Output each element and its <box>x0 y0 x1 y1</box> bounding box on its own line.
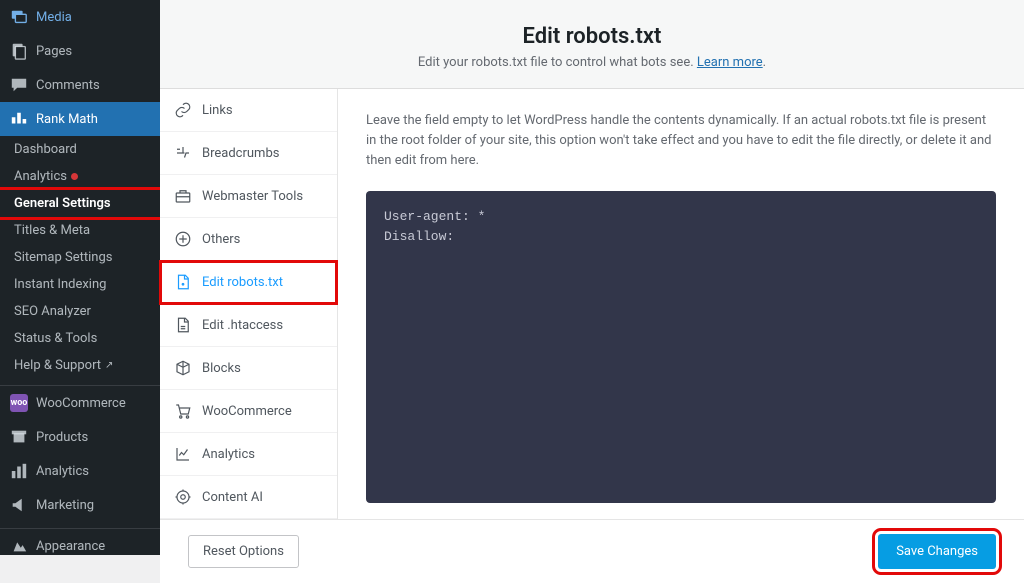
tab-label: Analytics <box>202 447 255 462</box>
submenu-analytics[interactable]: Analytics <box>0 163 160 190</box>
sidebar-item-analytics[interactable]: Analytics <box>0 454 160 488</box>
toolbox-icon <box>174 187 192 205</box>
submenu-help-support[interactable]: Help & Support ↗ <box>0 352 160 379</box>
sidebar-item-products[interactable]: Products <box>0 420 160 454</box>
others-icon <box>174 230 192 248</box>
blocks-icon <box>174 359 192 377</box>
sidebar-item-label: Appearance <box>36 539 105 554</box>
tab-analytics[interactable]: Analytics <box>160 433 337 476</box>
tab-webmaster-tools[interactable]: Webmaster Tools <box>160 175 337 218</box>
submenu-instant-indexing[interactable]: Instant Indexing <box>0 271 160 298</box>
main-content: Edit robots.txt Edit your robots.txt fil… <box>160 0 1024 555</box>
settings-footer: Reset Options Save Changes <box>160 519 1024 583</box>
ai-icon <box>174 488 192 506</box>
pages-icon <box>10 42 28 60</box>
sidebar-item-label: Comments <box>36 78 100 93</box>
submenu-seo-analyzer[interactable]: SEO Analyzer <box>0 298 160 325</box>
submenu-titles[interactable]: Titles & Meta <box>0 217 160 244</box>
tab-label: Content AI <box>202 490 263 505</box>
submenu-dashboard[interactable]: Dashboard <box>0 136 160 163</box>
file-icon <box>174 273 192 291</box>
tab-edit-htaccess[interactable]: Edit .htaccess <box>160 304 337 347</box>
sidebar-item-marketing[interactable]: Marketing <box>0 488 160 522</box>
tab-label: Links <box>202 103 233 118</box>
page-title: Edit robots.txt <box>180 24 1004 49</box>
appearance-icon <box>10 537 28 555</box>
tab-label: Breadcrumbs <box>202 146 279 161</box>
sidebar-item-comments[interactable]: Comments <box>0 68 160 102</box>
submenu-status-tools[interactable]: Status & Tools <box>0 325 160 352</box>
sidebar-item-label: Products <box>36 430 88 445</box>
tab-label: Edit .htaccess <box>202 318 283 333</box>
analytics-icon <box>10 462 28 480</box>
breadcrumbs-icon <box>174 144 192 162</box>
sidebar-item-label: Rank Math <box>36 112 98 127</box>
sidebar-item-media[interactable]: Media <box>0 0 160 34</box>
products-icon <box>10 428 28 446</box>
update-dot-icon <box>71 173 78 180</box>
tab-links[interactable]: Links <box>160 89 337 132</box>
sidebar-item-label: Pages <box>36 44 72 59</box>
rankmath-icon <box>10 110 28 128</box>
admin-sidebar: Media Pages Comments Rank Math Dashboard… <box>0 0 160 555</box>
file-icon <box>174 316 192 334</box>
tab-label: WooCommerce <box>202 404 292 419</box>
robots-editor[interactable]: User-agent: * Disallow: <box>366 191 996 503</box>
learn-more-link[interactable]: Learn more <box>697 55 763 70</box>
sidebar-item-woocommerce[interactable]: woo WooCommerce <box>0 386 160 420</box>
media-icon <box>10 8 28 26</box>
sidebar-item-label: Analytics <box>36 464 89 479</box>
page-header: Edit robots.txt Edit your robots.txt fil… <box>160 0 1024 88</box>
sidebar-item-label: Marketing <box>36 498 94 513</box>
submenu-sitemap[interactable]: Sitemap Settings <box>0 244 160 271</box>
cart-icon <box>174 402 192 420</box>
sidebar-item-label: WooCommerce <box>36 396 126 411</box>
settings-panel: Leave the field empty to let WordPress h… <box>338 89 1024 519</box>
sidebar-item-appearance[interactable]: Appearance <box>0 529 160 555</box>
tab-content-ai[interactable]: Content AI <box>160 476 337 519</box>
marketing-icon <box>10 496 28 514</box>
tab-label: Others <box>202 232 240 247</box>
tab-label: Webmaster Tools <box>202 189 303 204</box>
tab-others[interactable]: Others <box>160 218 337 261</box>
tab-edit-robots[interactable]: Edit robots.txt <box>160 261 337 304</box>
sidebar-item-label: Media <box>36 10 72 25</box>
tab-blocks[interactable]: Blocks <box>160 347 337 390</box>
submenu-general-settings[interactable]: General Settings <box>0 190 160 217</box>
tab-label: Blocks <box>202 361 241 376</box>
tab-woocommerce[interactable]: WooCommerce <box>160 390 337 433</box>
settings-tabs: Links Breadcrumbs Webmaster Tools Others… <box>160 89 338 519</box>
links-icon <box>174 101 192 119</box>
external-link-icon: ↗ <box>105 360 113 371</box>
sidebar-item-rankmath[interactable]: Rank Math <box>0 102 160 136</box>
woocommerce-icon: woo <box>10 394 28 412</box>
settings-body: Links Breadcrumbs Webmaster Tools Others… <box>160 88 1024 519</box>
sidebar-item-pages[interactable]: Pages <box>0 34 160 68</box>
tab-label: Edit robots.txt <box>202 275 283 290</box>
comments-icon <box>10 76 28 94</box>
chart-icon <box>174 445 192 463</box>
tab-breadcrumbs[interactable]: Breadcrumbs <box>160 132 337 175</box>
reset-options-button[interactable]: Reset Options <box>188 535 299 568</box>
save-changes-button[interactable]: Save Changes <box>878 534 996 569</box>
page-subtitle: Edit your robots.txt file to control wha… <box>180 55 1004 70</box>
panel-description: Leave the field empty to let WordPress h… <box>366 111 996 171</box>
